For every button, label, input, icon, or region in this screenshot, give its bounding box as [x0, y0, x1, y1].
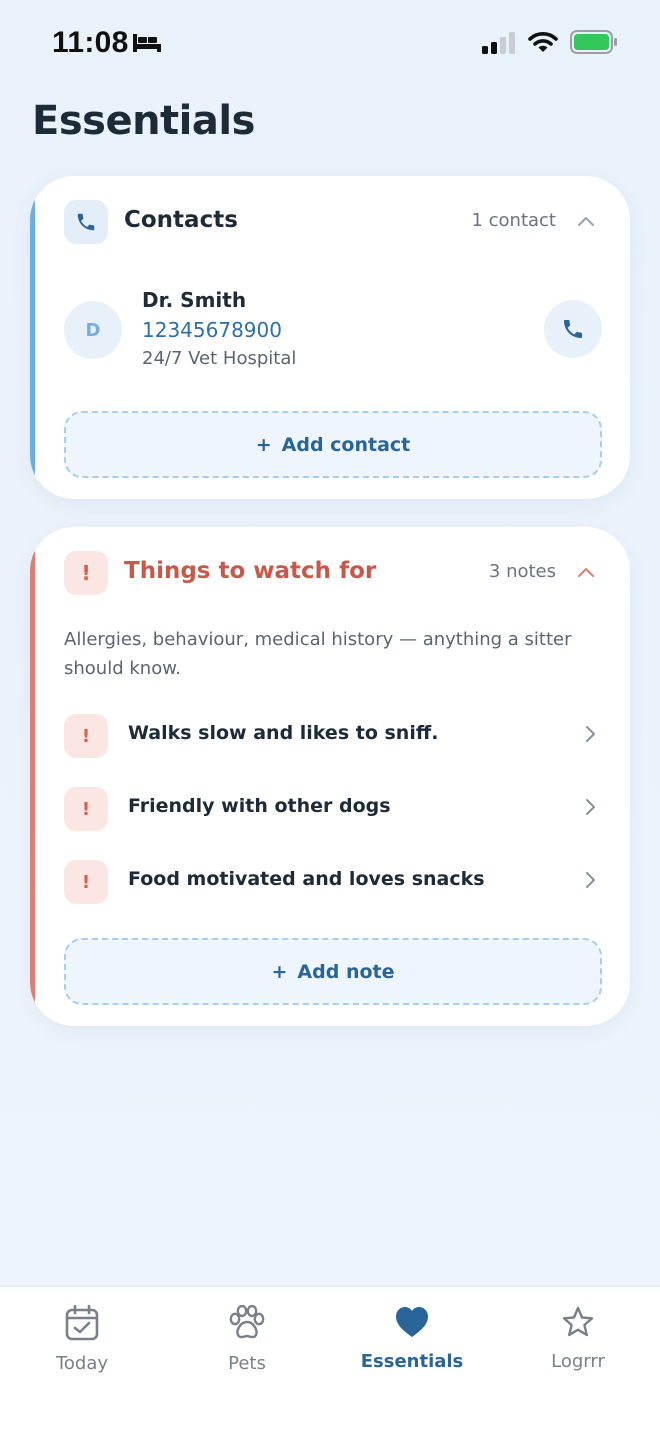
add-contact-label: Add contact: [281, 433, 411, 456]
contact-name[interactable]: Dr. Smith: [142, 288, 246, 312]
contacts-header[interactable]: Contacts 1 contact: [64, 200, 600, 244]
watch-description: Allergies, behaviour, medical history — …: [64, 629, 572, 679]
calendar-check-icon: [65, 1305, 99, 1341]
chevron-right-icon: [586, 799, 595, 815]
note-text: Food motivated and loves snacks: [128, 868, 485, 890]
paw-icon: [229, 1305, 265, 1339]
phone-icon: [564, 320, 582, 338]
tab-label: Today: [55, 1353, 109, 1374]
watch-count: 3 notes: [488, 561, 556, 582]
contacts-title: Contacts: [124, 207, 238, 233]
heart-icon: [396, 1307, 428, 1337]
add-note-label: Add note: [297, 960, 395, 983]
note-text: Friendly with other dogs: [128, 795, 391, 817]
chevron-right-icon: [586, 726, 595, 742]
exclamation-icon: !: [64, 714, 108, 758]
plus-icon: +: [271, 960, 288, 983]
tab-label: Logrrr: [551, 1351, 605, 1372]
page-title: Essentials: [32, 98, 255, 144]
contacts-card: Contacts 1 contact D Dr. Smith 123456789…: [30, 176, 630, 499]
tab-pets[interactable]: Pets: [187, 1305, 307, 1374]
tab-bar: Today Pets Essentials Logrrr: [0, 1286, 660, 1430]
phone-icon: [64, 200, 108, 244]
note-item[interactable]: ! Food motivated and loves snacks: [64, 860, 602, 906]
status-bar: 11:08: [0, 0, 660, 88]
exclamation-icon: !: [64, 860, 108, 904]
contact-avatar: D: [64, 301, 122, 359]
wifi-icon: [528, 32, 558, 52]
tab-essentials[interactable]: Essentials: [352, 1305, 472, 1372]
contacts-count: 1 contact: [471, 210, 556, 231]
note-item[interactable]: ! Walks slow and likes to sniff.: [64, 714, 602, 760]
add-contact-button[interactable]: + Add contact: [64, 411, 602, 478]
tab-label: Pets: [228, 1353, 266, 1374]
tab-label: Essentials: [360, 1351, 464, 1372]
note-item[interactable]: ! Friendly with other dogs: [64, 787, 602, 833]
watch-header[interactable]: ! Things to watch for 3 notes: [64, 551, 600, 595]
chevron-up-icon[interactable]: [576, 563, 596, 583]
bed-icon: [133, 34, 161, 52]
watch-title: Things to watch for: [124, 558, 377, 584]
star-icon: [562, 1306, 594, 1337]
contact-subtitle: 24/7 Vet Hospital: [142, 348, 297, 369]
chevron-right-icon: [586, 872, 595, 888]
note-text: Walks slow and likes to sniff.: [128, 722, 439, 744]
call-button[interactable]: [544, 300, 602, 358]
contact-phone[interactable]: 12345678900: [142, 318, 282, 342]
exclamation-icon: !: [64, 787, 108, 831]
battery-icon: [570, 30, 617, 54]
status-time: 11:08: [52, 26, 129, 59]
plus-icon: +: [255, 433, 272, 456]
add-note-button[interactable]: + Add note: [64, 938, 602, 1005]
watch-card: ! Things to watch for 3 notes Allergies,…: [30, 527, 630, 1026]
tab-logrrr[interactable]: Logrrr: [518, 1305, 638, 1372]
tab-today[interactable]: Today: [22, 1305, 142, 1374]
exclamation-icon: !: [64, 551, 108, 595]
chevron-up-icon[interactable]: [576, 212, 596, 232]
cellular-signal-icon: [482, 32, 515, 54]
